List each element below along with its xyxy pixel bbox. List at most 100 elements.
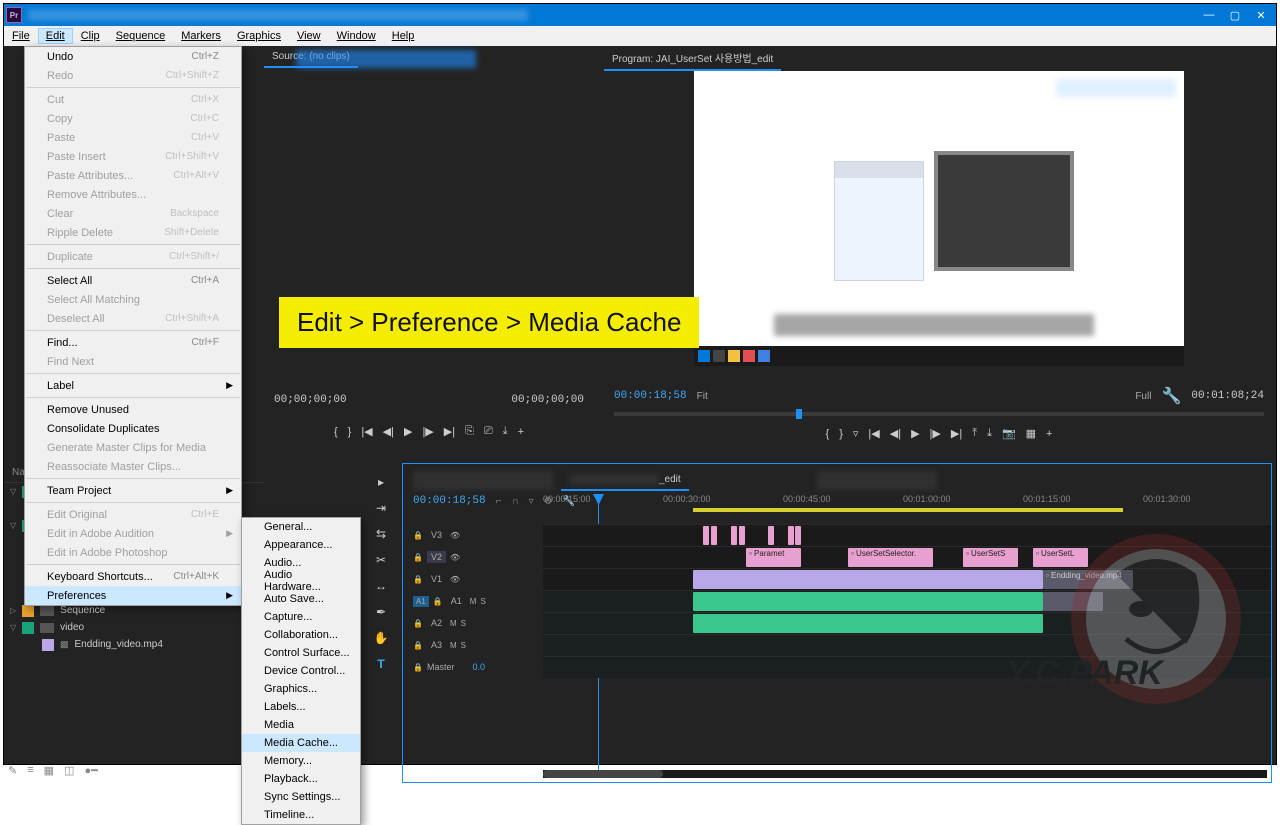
lock-icon[interactable] (433, 596, 443, 606)
prg-compare-icon[interactable]: ▦ (1026, 427, 1036, 440)
menu-sequence[interactable]: Sequence (108, 28, 174, 44)
edit-menu-item[interactable]: Find...Ctrl+F (25, 333, 241, 352)
menu-markers[interactable]: Markers (173, 28, 229, 44)
track-lane[interactable]: ▫ Paramet▫ UserSetSelector.▫ UserSetS▫ U… (543, 546, 1271, 568)
menu-edit[interactable]: Edit (38, 28, 73, 44)
prg-prev-icon[interactable]: |◀ (868, 427, 879, 440)
audio-clip[interactable] (693, 614, 1043, 633)
window-maximize-button[interactable]: ▢ (1222, 5, 1248, 25)
track-name[interactable]: A3 (427, 639, 446, 651)
timeline-tab-active[interactable]: _edit (561, 470, 689, 491)
timeline-tab-3[interactable] (817, 471, 937, 490)
prg-step-fwd-icon[interactable]: |▶ (930, 427, 941, 440)
prg-next-icon[interactable]: ▶| (951, 427, 962, 440)
preferences-item[interactable]: Appearance... (242, 536, 360, 554)
eye-icon[interactable]: 👁 (450, 531, 460, 540)
src-insert-icon[interactable]: ⎘ (465, 425, 474, 438)
program-panel-tab[interactable]: Program: JAI_UserSet 사용방법_edit (604, 46, 781, 71)
solo-icon[interactable]: S (461, 641, 466, 650)
video-clip[interactable]: ▫ Endding_video.mp4 (1043, 570, 1133, 589)
edit-menu-item[interactable]: Preferences▶ (25, 586, 241, 605)
edit-menu-item[interactable]: Consolidate Duplicates (25, 419, 241, 438)
preferences-item[interactable]: Media Cache... (242, 734, 360, 752)
lock-icon[interactable] (413, 574, 423, 584)
src-export-icon[interactable]: ⤓ (503, 425, 508, 438)
src-prev-icon[interactable]: |◀ (361, 425, 372, 438)
preferences-item[interactable]: Labels... (242, 698, 360, 716)
snap-icon[interactable]: ⌐ (496, 496, 502, 507)
track-lane[interactable] (543, 524, 1271, 546)
preferences-item[interactable]: Device Control... (242, 662, 360, 680)
timeline-h-scrollbar[interactable] (543, 770, 1267, 778)
menu-window[interactable]: Window (329, 28, 384, 44)
video-clip[interactable]: ▫ UserSetS (963, 548, 1018, 567)
eye-icon[interactable]: 👁 (450, 553, 460, 562)
preferences-item[interactable]: Memory... (242, 752, 360, 770)
project-item[interactable]: ▩Endding_video.mp4 (4, 636, 264, 653)
audio-clip[interactable] (693, 592, 1043, 611)
edit-menu-item[interactable]: Label▶ (25, 376, 241, 395)
link-icon[interactable]: ∩ (511, 496, 518, 507)
program-fit-dropdown[interactable]: Fit (697, 391, 708, 402)
selection-tool-icon[interactable]: ▸ (372, 473, 390, 491)
preferences-item[interactable]: Timeline... (242, 806, 360, 824)
preferences-item[interactable]: Playback... (242, 770, 360, 788)
prg-step-back-icon[interactable]: ◀| (890, 427, 901, 440)
marker-icon[interactable]: ▿ (529, 496, 534, 507)
disclosure-icon[interactable]: ▽ (10, 623, 16, 632)
video-clip[interactable] (693, 570, 1043, 589)
preferences-item[interactable]: Sync Settings... (242, 788, 360, 806)
prg-add-icon[interactable]: + (1046, 428, 1052, 440)
track-lane[interactable] (543, 634, 1271, 656)
prg-mark-in-icon[interactable]: { (826, 428, 830, 440)
timeline-tab-1[interactable] (413, 471, 553, 490)
lock-icon[interactable] (413, 662, 423, 672)
preferences-item[interactable]: Media (242, 716, 360, 734)
edit-menu-item[interactable]: Keyboard Shortcuts...Ctrl+Alt+K (25, 567, 241, 586)
freeform-view-icon[interactable]: ◫ (64, 764, 74, 777)
type-tool-icon[interactable]: T (372, 655, 390, 673)
ripple-tool-icon[interactable]: ⇆ (372, 525, 390, 543)
master-value[interactable]: 0.0 (472, 662, 485, 672)
preferences-item[interactable]: Collaboration... (242, 626, 360, 644)
mute-icon[interactable]: M (470, 597, 477, 606)
lock-icon[interactable] (413, 618, 423, 628)
mute-icon[interactable]: M (450, 641, 457, 650)
lock-icon[interactable] (413, 552, 423, 562)
project-item[interactable]: ▽video (4, 619, 264, 636)
menu-view[interactable]: View (289, 28, 329, 44)
menu-help[interactable]: Help (384, 28, 423, 44)
video-clip[interactable]: ▫ UserSetL (1033, 548, 1088, 567)
menu-graphics[interactable]: Graphics (229, 28, 289, 44)
settings-icon[interactable]: 🔧 (1161, 386, 1181, 406)
source-patch[interactable]: A1 (413, 596, 429, 607)
src-mark-out-icon[interactable]: } (348, 426, 352, 438)
preferences-item[interactable]: Capture... (242, 608, 360, 626)
list-view-icon[interactable]: ≡ (27, 764, 33, 777)
menu-file[interactable]: File (4, 28, 38, 44)
track-name[interactable]: V3 (427, 529, 446, 541)
prg-lift-icon[interactable]: ⤒ (972, 427, 977, 440)
src-overwrite-icon[interactable]: ⎚ (484, 425, 493, 438)
mute-icon[interactable]: M (450, 619, 457, 628)
track-lane[interactable]: ▫ Endding_video.mp4 (543, 568, 1271, 590)
src-step-back-icon[interactable]: ◀| (383, 425, 394, 438)
lock-icon[interactable] (413, 640, 423, 650)
hand-tool-icon[interactable]: ✋ (372, 629, 390, 647)
prg-export-frame-icon[interactable]: 📷 (1002, 427, 1016, 440)
track-name[interactable]: A2 (427, 617, 446, 629)
lock-icon[interactable] (413, 530, 423, 540)
razor-tool-icon[interactable]: ✂ (372, 551, 390, 569)
edit-menu-item[interactable]: Select AllCtrl+A (25, 271, 241, 290)
slip-tool-icon[interactable]: ↔ (372, 577, 390, 595)
edit-menu-item[interactable]: UndoCtrl+Z (25, 47, 241, 66)
video-clip[interactable]: ▫ Paramet (746, 548, 801, 567)
program-scrubber[interactable] (614, 412, 1264, 416)
disclosure-icon[interactable]: ▷ (10, 606, 16, 615)
window-minimize-button[interactable]: — (1196, 5, 1222, 25)
pen-tool-icon[interactable]: ✒ (372, 603, 390, 621)
preferences-item[interactable]: Audio Hardware... (242, 572, 360, 590)
program-zoom-dropdown[interactable]: Full (1135, 391, 1151, 402)
preferences-item[interactable]: Control Surface... (242, 644, 360, 662)
preferences-item[interactable]: General... (242, 518, 360, 536)
